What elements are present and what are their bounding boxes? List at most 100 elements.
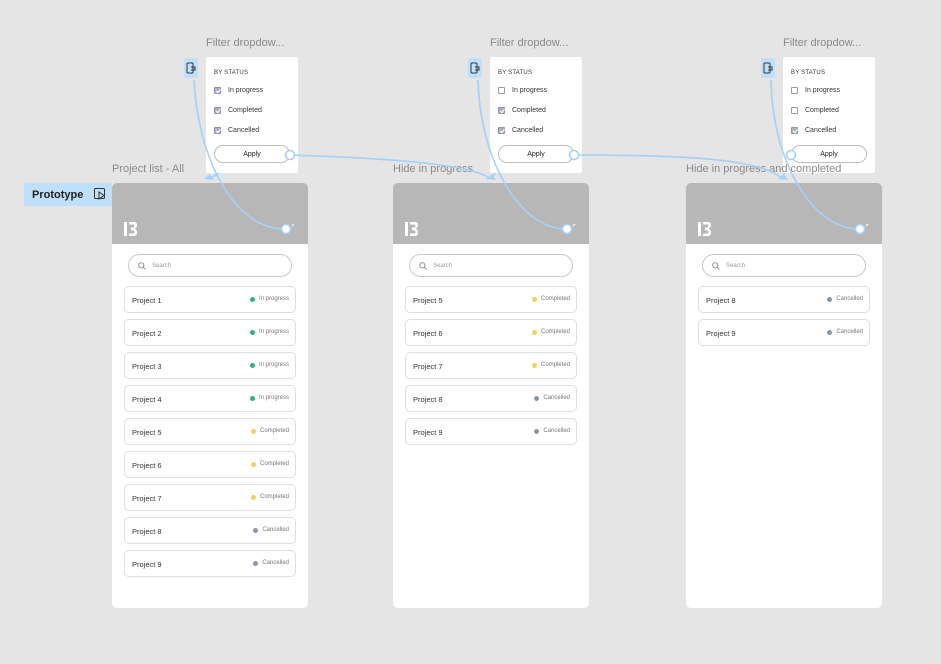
checkbox[interactable] [791, 106, 798, 114]
search-placeholder: Search [433, 262, 453, 269]
project-name: Project 1 [132, 296, 162, 305]
project-row[interactable]: Project 3 In progress [124, 352, 296, 379]
dropdown-frame-title: Filter dropdow... [206, 37, 285, 49]
checkbox[interactable] [214, 106, 221, 114]
project-row[interactable]: Project 8 Cancelled [405, 385, 577, 412]
project-name: Project 3 [132, 362, 162, 371]
status-text: Completed [540, 329, 570, 335]
filter-option-in-progress[interactable]: In progress [214, 85, 263, 95]
project-name: Project 9 [132, 560, 162, 569]
dropdown-heading: BY STATUS [214, 70, 249, 76]
project-row[interactable]: Project 2 In progress [124, 319, 296, 346]
status-text: Completed [259, 494, 289, 500]
search-input[interactable]: Search [702, 254, 866, 277]
project-list-frame: Search Project 5 Completed Project 6 Compl… [393, 183, 589, 608]
status-text: Cancelled [543, 395, 570, 401]
checkbox[interactable] [214, 86, 221, 94]
status-badge: In progress [249, 395, 289, 401]
project-name: Project 4 [132, 395, 162, 404]
project-name: Project 8 [413, 395, 443, 404]
project-row[interactable]: Project 7 Completed [405, 352, 577, 379]
project-row[interactable]: Project 8 Cancelled [124, 517, 296, 544]
status-badge: Completed [250, 428, 289, 434]
project-row[interactable]: Project 4 In progress [124, 385, 296, 412]
project-list-frame: Search Project 8 Cancelled Project 9 Cance… [686, 183, 882, 608]
search-placeholder: Search [726, 262, 746, 269]
filter-option-completed[interactable]: Completed [498, 105, 546, 115]
interaction-icon[interactable] [184, 58, 198, 78]
search-placeholder: Search [152, 262, 172, 269]
project-name: Project 9 [706, 329, 736, 338]
option-label: In progress [805, 86, 841, 94]
project-list-frame: Search Project 1 In progress Project 2 In … [112, 183, 308, 608]
filter-option-cancelled[interactable]: Cancelled [498, 125, 543, 135]
interaction-icon[interactable] [468, 58, 482, 78]
project-name: Project 8 [706, 296, 736, 305]
apply-button[interactable]: Apply [214, 145, 290, 163]
checkbox[interactable] [498, 86, 505, 94]
frame-title: Hide in progress and completed [686, 163, 842, 175]
filter-dropdown: BY STATUS In progress Completed Cancelle… [783, 57, 875, 173]
interaction-icon[interactable] [761, 58, 775, 78]
project-row[interactable]: Project 9 Cancelled [698, 319, 870, 346]
filter-option-cancelled[interactable]: Cancelled [214, 125, 259, 135]
project-name: Project 8 [132, 527, 162, 536]
option-label: Cancelled [805, 126, 837, 134]
frame-title: Project list - All [112, 163, 185, 175]
status-badge: Completed [531, 362, 570, 368]
project-row[interactable]: Project 6 Completed [124, 451, 296, 478]
status-text: Completed [259, 461, 289, 467]
status-badge: Completed [531, 296, 570, 302]
project-name: Project 2 [132, 329, 162, 338]
logo-icon [124, 221, 138, 242]
project-row[interactable]: Project 7 Completed [124, 484, 296, 511]
status-text: In progress [258, 395, 289, 401]
prototype-badge[interactable]: Prototype [24, 183, 112, 206]
project-name: Project 7 [132, 494, 162, 503]
search-input[interactable]: Search [128, 254, 292, 277]
status-badge: Cancelled [827, 329, 863, 335]
filter-option-completed[interactable]: Completed [791, 105, 839, 115]
apply-button[interactable]: Apply [498, 145, 574, 163]
status-badge: Cancelled [253, 527, 289, 533]
search-input[interactable]: Search [409, 254, 573, 277]
status-badge: Completed [531, 329, 570, 335]
prototype-label: Prototype [32, 188, 84, 201]
project-row[interactable]: Project 5 Completed [124, 418, 296, 445]
project-name: Project 7 [413, 362, 443, 371]
logo-icon [405, 221, 419, 242]
dropdown-frame-title: Filter dropdow... [490, 37, 569, 49]
checkbox[interactable] [791, 126, 798, 134]
option-label: Completed [228, 106, 262, 114]
project-row[interactable]: Project 9 Cancelled [405, 418, 577, 445]
filter-option-in-progress[interactable]: In progress [791, 85, 840, 95]
checkbox[interactable] [498, 106, 505, 114]
status-badge: In progress [249, 362, 289, 368]
dropdown-heading: BY STATUS [791, 70, 826, 76]
option-label: Completed [512, 106, 546, 114]
checkbox[interactable] [791, 86, 798, 94]
logo-icon [698, 221, 712, 242]
status-badge: Cancelled [534, 428, 570, 434]
project-row[interactable]: Project 9 Cancelled [124, 550, 296, 577]
search-icon [419, 257, 427, 275]
checkbox[interactable] [214, 126, 221, 134]
checkbox[interactable] [498, 126, 505, 134]
filter-dropdown: BY STATUS In progress Completed Cancelle… [490, 57, 582, 173]
app-header [393, 183, 589, 244]
project-row[interactable]: Project 5 Completed [405, 286, 577, 313]
dropdown-heading: BY STATUS [498, 70, 533, 76]
status-text: Completed [540, 362, 570, 368]
option-label: Cancelled [512, 126, 544, 134]
filter-option-in-progress[interactable]: In progress [498, 85, 547, 95]
project-name: Project 6 [132, 461, 162, 470]
apply-button[interactable]: Apply [791, 145, 867, 163]
status-text: In progress [258, 296, 289, 302]
status-badge: Cancelled [534, 395, 570, 401]
project-row[interactable]: Project 1 In progress [124, 286, 296, 313]
project-row[interactable]: Project 6 Completed [405, 319, 577, 346]
filter-option-cancelled[interactable]: Cancelled [791, 125, 836, 135]
filter-option-completed[interactable]: Completed [214, 105, 262, 115]
project-name: Project 6 [413, 329, 443, 338]
project-row[interactable]: Project 8 Cancelled [698, 286, 870, 313]
